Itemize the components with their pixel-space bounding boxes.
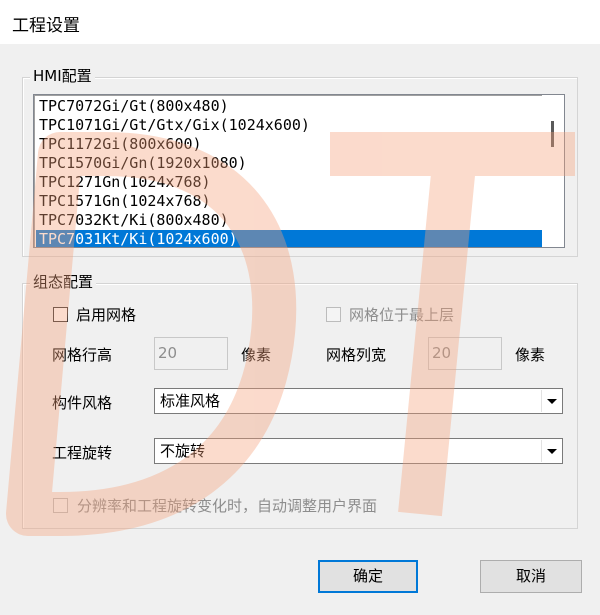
scrollbar-thumb[interactable]	[551, 121, 554, 147]
rotate-label: 工程旋转	[52, 444, 113, 462]
list-item[interactable]: TPC1071Gi/Gt/Gtx/Gix(1024x600)	[36, 116, 543, 135]
list-item[interactable]: TPC7031Kt/Ki(1024x600)	[36, 230, 543, 247]
grid-top-layer-checkbox[interactable]	[326, 307, 341, 322]
col-width-label: 网格列宽	[326, 346, 387, 364]
window-title: 工程设置	[12, 16, 80, 36]
rotate-dropdown-button[interactable]	[541, 440, 561, 462]
col-width-unit: 像素	[515, 346, 546, 364]
auto-adjust-label: 分辨率和工程旋转变化时，自动调整用户界面	[77, 497, 378, 515]
chevron-down-icon	[547, 399, 557, 404]
list-item[interactable]: TPC7032Kt/Ki(800x480)	[36, 211, 543, 230]
style-select-value: 标准风格	[160, 392, 221, 410]
list-item[interactable]: TPC7072Gi/Gt(800x480)	[36, 97, 543, 116]
style-dropdown-button[interactable]	[541, 390, 561, 412]
enable-grid-checkbox[interactable]	[53, 307, 68, 322]
style-label: 构件风格	[52, 394, 113, 412]
rotate-select-value: 不旋转	[160, 442, 206, 460]
row-height-unit: 像素	[241, 346, 272, 364]
list-item[interactable]: TPC1570Gi/Gn(1920x1080)	[36, 154, 543, 173]
cancel-button[interactable]: 取消	[480, 560, 582, 593]
config-legend: 组态配置	[30, 271, 97, 292]
chevron-down-icon	[547, 449, 557, 454]
hmi-config-legend: HMI配置	[30, 65, 95, 86]
list-item[interactable]: TPC1271Gn(1024x768)	[36, 173, 543, 192]
ok-button[interactable]: 确定	[318, 560, 418, 593]
rotate-select[interactable]: 不旋转	[154, 438, 563, 464]
listbox-scrollbar[interactable]	[542, 95, 564, 247]
hmi-model-listbox[interactable]: TPC7072Gi/Gt(800x480) TPC1071Gi/Gt/Gtx/Gi…	[33, 94, 565, 248]
list-item[interactable]: TPC1571Gn(1024x768)	[36, 192, 543, 211]
col-width-input[interactable]: 20	[428, 337, 502, 370]
grid-top-layer-label: 网格位于最上层	[349, 306, 455, 324]
enable-grid-label[interactable]: 启用网格	[76, 304, 136, 325]
list-item[interactable]: TPC1172Gi(800x600)	[36, 135, 543, 154]
row-height-label: 网格行高	[52, 346, 113, 364]
row-height-input[interactable]: 20	[154, 337, 228, 370]
auto-adjust-checkbox[interactable]	[53, 498, 68, 513]
style-select[interactable]: 标准风格	[154, 388, 563, 414]
title-bar[interactable]: 工程设置	[0, 0, 600, 44]
